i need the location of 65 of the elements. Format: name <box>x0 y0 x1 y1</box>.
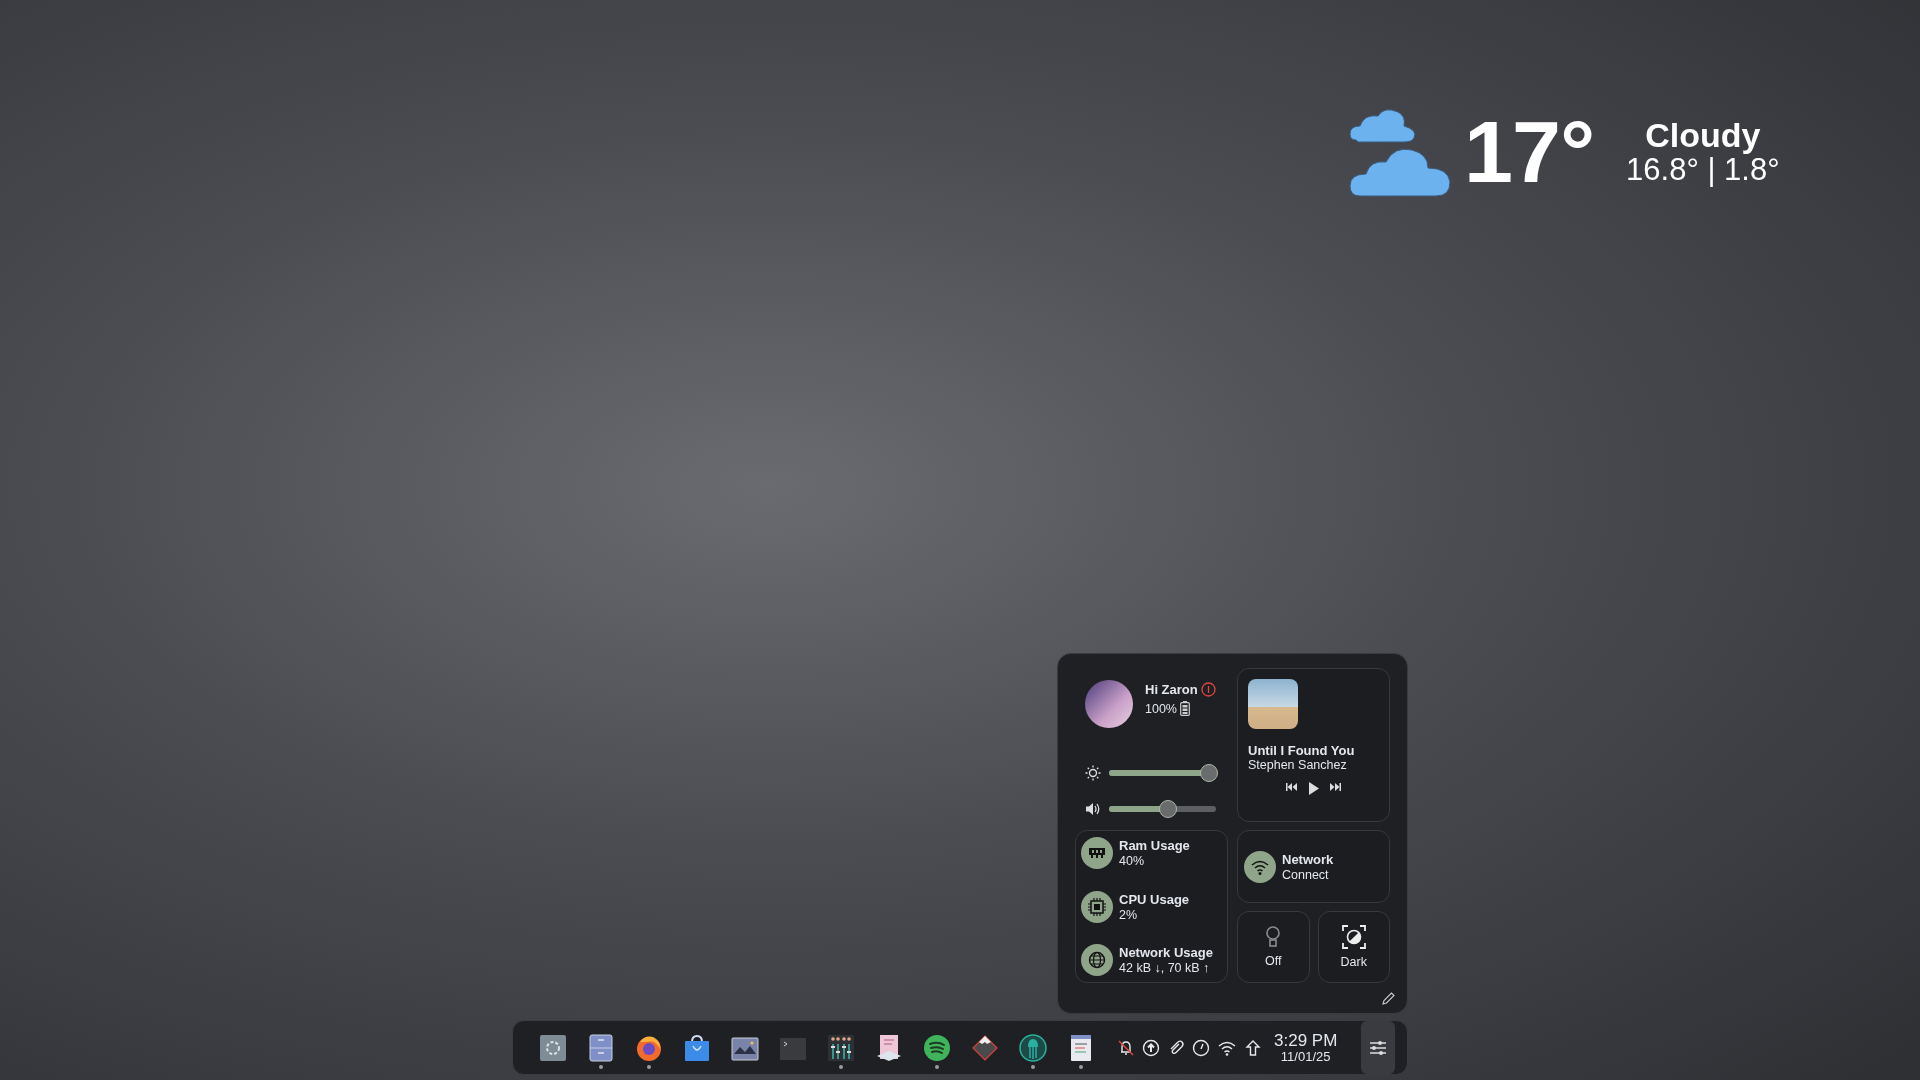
stat-value: 40% <box>1119 854 1146 868</box>
greeting: Hi Zaron <box>1145 682 1198 697</box>
arrow-up-icon <box>1244 1038 1262 1057</box>
track-artist: Stephen Sanchez <box>1248 758 1348 772</box>
settings-button[interactable] <box>1361 1021 1395 1074</box>
speaker-icon <box>1085 801 1101 817</box>
stat-label: Ram Usage <box>1119 838 1190 853</box>
toggle-label: Off <box>1265 954 1282 968</box>
half-moon-frame-icon <box>1341 925 1366 949</box>
slider-thumb[interactable] <box>1158 800 1177 818</box>
pencil-icon[interactable] <box>1382 992 1395 1005</box>
network-title: Network <box>1282 851 1334 867</box>
upload-icon <box>1142 1038 1160 1057</box>
launcher-icon <box>539 1033 567 1062</box>
temperature-range: 16.8° | 1.8° <box>1626 153 1780 187</box>
track-title: Until I Found You <box>1248 743 1356 758</box>
slider-thumb[interactable] <box>1199 764 1218 782</box>
sliders-icon <box>1369 1039 1387 1056</box>
taskbar-app-button[interactable] <box>1019 1033 1047 1062</box>
network-tile[interactable]: Network Connect <box>1237 830 1390 903</box>
shopping-bag-icon <box>683 1033 711 1062</box>
lightbulb-icon <box>1265 926 1282 948</box>
sound-waves-circle-icon <box>923 1033 951 1062</box>
gauge-icon <box>1192 1038 1210 1057</box>
taskbar-app-button[interactable] <box>683 1033 711 1062</box>
play-icon <box>1308 782 1319 795</box>
taskbar-app-button[interactable] <box>827 1033 855 1062</box>
weather-condition: Cloudy <box>1645 117 1761 154</box>
memory-chip-icon <box>1088 846 1106 860</box>
cpu-icon <box>1088 897 1106 916</box>
cabinet-icon <box>587 1033 615 1062</box>
tray-button[interactable] <box>1117 1038 1135 1057</box>
battery-percent: 100% <box>1145 701 1177 716</box>
network-status: Connect <box>1282 867 1329 882</box>
document-icon <box>875 1033 903 1062</box>
next-icon <box>1329 782 1341 792</box>
previous-icon <box>1286 782 1298 792</box>
temperature: 17° <box>1464 108 1595 196</box>
battery-icon <box>1180 701 1190 716</box>
taskbar-app-button[interactable] <box>971 1033 999 1062</box>
taskbar-app-button[interactable] <box>875 1033 903 1062</box>
theme-toggle[interactable]: Dark <box>1317 911 1390 983</box>
mountain-diamond-icon <box>971 1033 999 1062</box>
stat-label: CPU Usage <box>1119 891 1190 907</box>
toggle-label: Dark <box>1340 955 1367 969</box>
clock-time: 3:29 PM <box>1274 1031 1338 1050</box>
taskbar-app-button[interactable] <box>587 1033 615 1062</box>
brightness-slider[interactable] <box>1109 764 1216 782</box>
taskbar-app-button[interactable] <box>923 1033 951 1062</box>
bell-off-icon <box>1117 1038 1135 1057</box>
album-art-photo <box>1248 679 1298 729</box>
taskbar-app-button[interactable] <box>539 1033 567 1062</box>
play-button[interactable] <box>1308 782 1319 795</box>
equalizer-icon <box>827 1033 855 1062</box>
stat-value: 2% <box>1119 907 1139 922</box>
brightness-icon <box>1085 765 1101 781</box>
avatar <box>1085 680 1133 728</box>
power-icon[interactable] <box>1200 682 1216 697</box>
stat-value: 42 kB ↓, 70 kB ↑ <box>1119 961 1211 975</box>
stat-label: Network Usage <box>1119 945 1213 960</box>
clock-date: 11/01/25 <box>1280 1049 1331 1064</box>
volume-slider[interactable] <box>1109 800 1216 818</box>
squid-circle-icon <box>1019 1033 1047 1062</box>
light-toggle[interactable]: Off <box>1237 911 1310 983</box>
globe-icon <box>1088 951 1106 969</box>
